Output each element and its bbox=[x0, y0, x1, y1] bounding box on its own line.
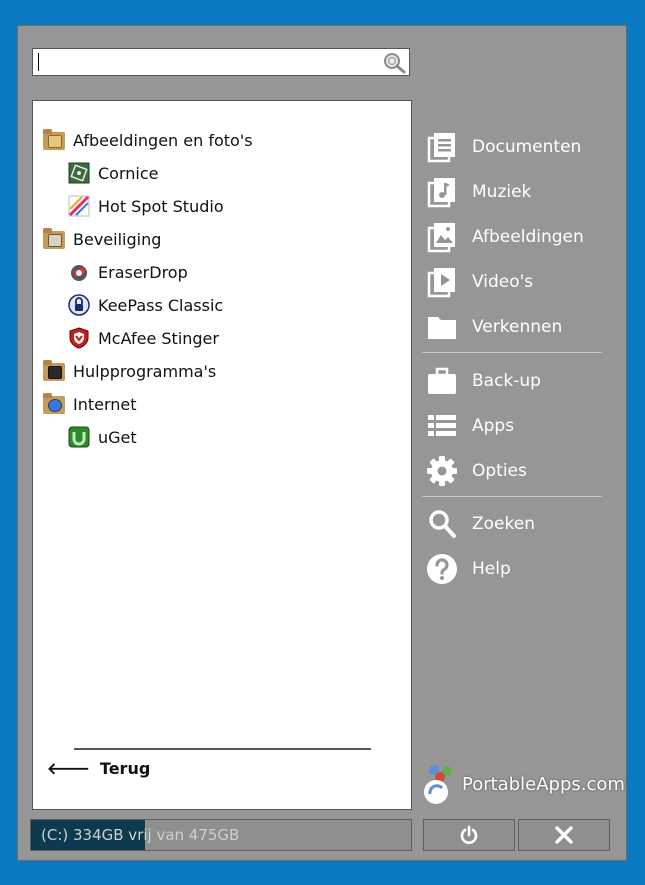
menu-muziek[interactable]: Muziek bbox=[426, 175, 531, 209]
search-field[interactable] bbox=[32, 48, 410, 77]
app-label: Hot Spot Studio bbox=[98, 196, 224, 216]
menu-label: Muziek bbox=[472, 182, 532, 202]
app-cornice[interactable]: Cornice bbox=[68, 158, 158, 188]
menu-divider bbox=[422, 352, 602, 353]
power-icon bbox=[460, 825, 478, 844]
portableapps-logo[interactable]: PortableApps.com bbox=[422, 762, 625, 806]
app-mcafee-stinger[interactable]: McAfee Stinger bbox=[68, 323, 219, 353]
menu-label: Documenten bbox=[472, 137, 582, 157]
menu-verkennen[interactable]: Verkennen bbox=[426, 310, 562, 344]
app-label: uGet bbox=[98, 427, 137, 447]
folder-icon bbox=[428, 317, 456, 339]
eraserdrop-icon bbox=[71, 265, 87, 281]
category-afbeeldingen[interactable]: Afbeeldingen en foto's bbox=[43, 125, 253, 155]
list-icon bbox=[428, 415, 456, 436]
app-keepass-classic[interactable]: KeePass Classic bbox=[68, 290, 223, 320]
menu-documenten[interactable]: Documenten bbox=[426, 130, 581, 164]
app-tree: Afbeeldingen en foto's Cornice Hot Spot … bbox=[32, 100, 412, 810]
logo-text: PortableApps.com bbox=[462, 773, 625, 795]
gear-icon bbox=[427, 456, 457, 486]
close-icon bbox=[555, 826, 573, 844]
help-icon bbox=[427, 554, 457, 584]
menu-label: Afbeeldingen bbox=[472, 227, 584, 247]
drive-space-bar: (C:) 334GB vrij van 475GB bbox=[30, 819, 412, 851]
drive-space-text: (C:) 334GB vrij van 475GB bbox=[41, 826, 240, 844]
category-label: Afbeeldingen en foto's bbox=[73, 130, 253, 150]
app-hotspot-studio[interactable]: Hot Spot Studio bbox=[68, 191, 224, 221]
back-button[interactable]: 🡐 Terug bbox=[47, 758, 151, 779]
menu-label: Back-up bbox=[472, 371, 541, 391]
close-button[interactable] bbox=[518, 819, 610, 851]
menu-afbeeldingen[interactable]: Afbeeldingen bbox=[426, 220, 584, 254]
menu-label: Verkennen bbox=[472, 317, 563, 337]
back-label: Terug bbox=[99, 758, 151, 778]
app-uget[interactable]: uGet bbox=[68, 422, 137, 452]
category-beveiliging[interactable]: Beveiliging bbox=[43, 224, 161, 254]
folder-security-icon bbox=[43, 228, 65, 250]
portableapps-menu: Afbeeldingen en foto's Cornice Hot Spot … bbox=[17, 25, 627, 861]
pictures-icon bbox=[427, 223, 455, 253]
app-label: Cornice bbox=[98, 163, 159, 183]
folder-pictures-icon bbox=[43, 129, 65, 151]
menu-label: Video's bbox=[472, 272, 534, 292]
app-eraserdrop[interactable]: EraserDrop bbox=[68, 257, 188, 287]
search-input[interactable] bbox=[33, 49, 381, 77]
app-label: KeePass Classic bbox=[98, 295, 224, 315]
music-icon bbox=[427, 178, 455, 208]
text-caret bbox=[38, 53, 39, 71]
menu-apps[interactable]: Apps bbox=[426, 409, 514, 443]
briefcase-icon bbox=[428, 367, 456, 394]
documents-icon bbox=[427, 133, 455, 163]
uget-icon bbox=[68, 426, 90, 448]
menu-label: Opties bbox=[472, 461, 527, 481]
menu-label: Zoeken bbox=[472, 514, 535, 534]
power-button[interactable] bbox=[423, 819, 515, 851]
category-label: Beveiliging bbox=[73, 229, 162, 249]
magnifier-icon[interactable] bbox=[382, 52, 406, 74]
category-hulpprogrammas[interactable]: Hulpprogramma's bbox=[43, 356, 216, 386]
portableapps-logo-icon bbox=[424, 765, 452, 804]
category-internet[interactable]: Internet bbox=[43, 389, 137, 419]
arrow-left-icon: 🡐 bbox=[47, 759, 90, 778]
menu-label: Help bbox=[472, 559, 511, 579]
keepass-icon bbox=[68, 294, 90, 316]
app-label: EraserDrop bbox=[98, 262, 188, 282]
folder-utilities-icon bbox=[43, 360, 65, 382]
app-label: McAfee Stinger bbox=[98, 328, 219, 348]
cornice-icon bbox=[68, 162, 90, 184]
menu-backup[interactable]: Back-up bbox=[426, 364, 541, 398]
videos-icon bbox=[427, 268, 455, 298]
menu-opties[interactable]: Opties bbox=[426, 454, 527, 488]
menu-help[interactable]: Help bbox=[426, 552, 511, 586]
hotspot-studio-icon bbox=[68, 195, 90, 217]
category-label: Hulpprogramma's bbox=[73, 361, 217, 381]
category-label: Internet bbox=[73, 394, 137, 414]
menu-zoeken[interactable]: Zoeken bbox=[426, 507, 535, 541]
mcafee-icon bbox=[69, 327, 89, 349]
folder-internet-icon bbox=[43, 393, 65, 415]
menu-label: Apps bbox=[472, 416, 515, 436]
menu-videos[interactable]: Video's bbox=[426, 265, 533, 299]
menu-divider bbox=[422, 496, 602, 497]
divider bbox=[74, 748, 371, 750]
search-icon bbox=[429, 510, 456, 538]
